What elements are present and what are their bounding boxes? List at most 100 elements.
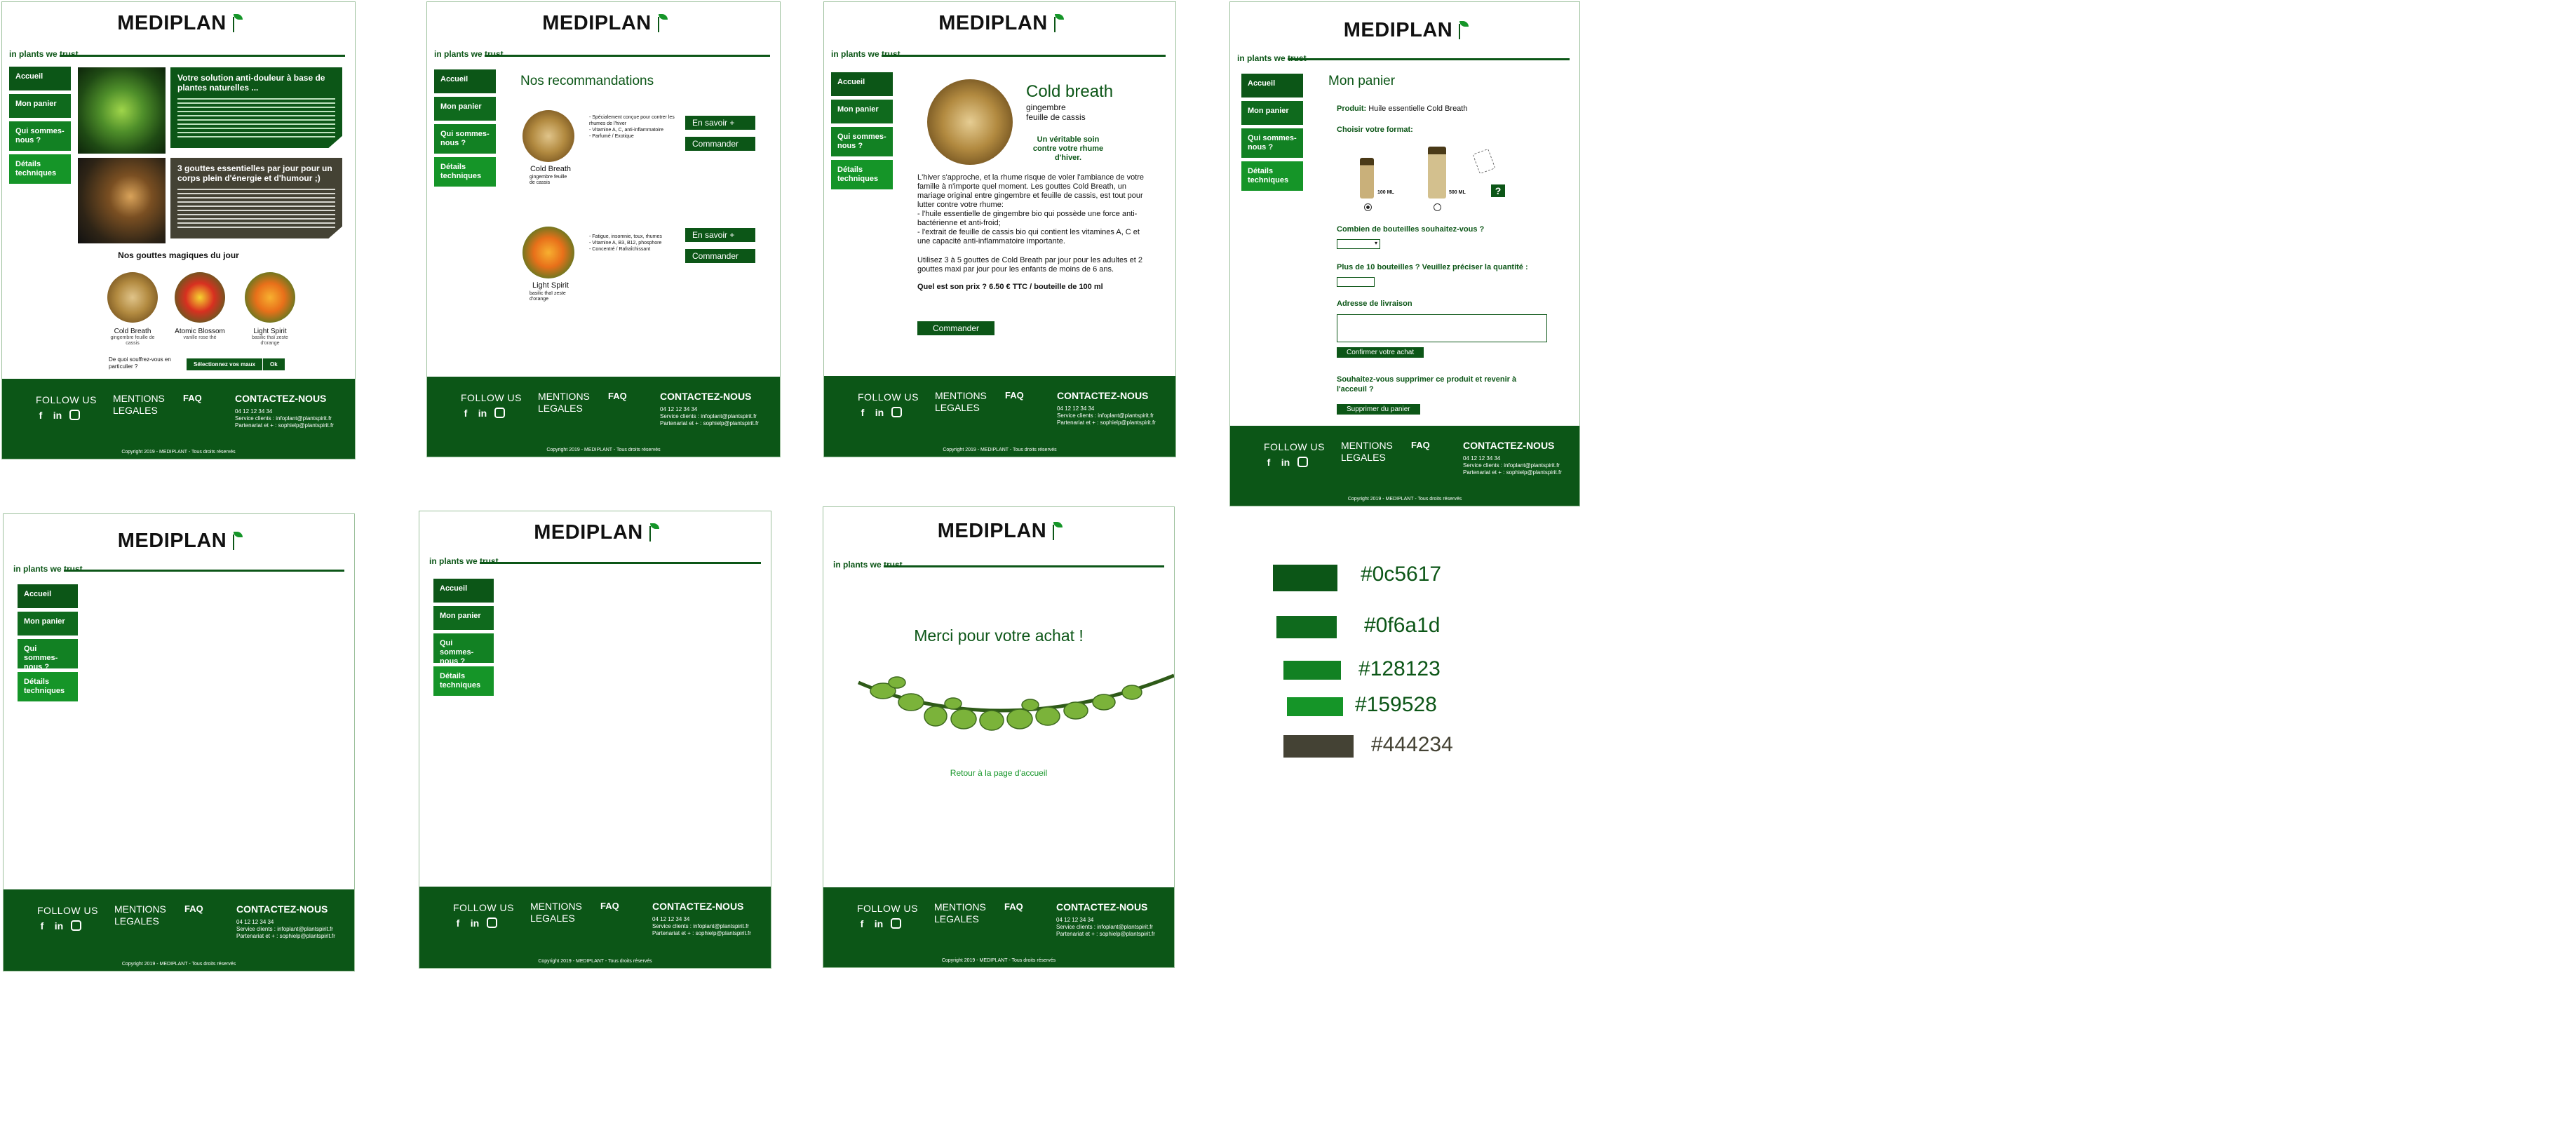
faq-link[interactable]: FAQ bbox=[183, 393, 202, 403]
linkedin-icon[interactable]: in bbox=[53, 410, 62, 421]
legal-link[interactable]: MENTIONS LEGALES bbox=[114, 903, 170, 927]
faq-link[interactable]: FAQ bbox=[1005, 390, 1024, 401]
contact-title[interactable]: CONTACTEZ-NOUS bbox=[1057, 390, 1148, 401]
logo[interactable]: MEDIPLAN bbox=[4, 530, 354, 553]
service-email[interactable]: Service clients : infoplant@plantspirit.… bbox=[1056, 924, 1155, 931]
nav-panier[interactable]: Mon panier bbox=[1241, 101, 1303, 125]
more-button[interactable]: En savoir + bbox=[685, 116, 755, 130]
contact-title[interactable]: CONTACTEZ-NOUS bbox=[1463, 440, 1554, 451]
linkedin-icon[interactable]: in bbox=[470, 917, 480, 929]
service-email[interactable]: Service clients : infoplant@plantspirit.… bbox=[652, 923, 751, 930]
contact-title[interactable]: CONTACTEZ-NOUS bbox=[236, 903, 328, 915]
instagram-icon[interactable] bbox=[1297, 457, 1308, 467]
linkedin-icon[interactable]: in bbox=[874, 918, 884, 929]
nav-details-techniques[interactable]: Détails techniques bbox=[1241, 161, 1303, 191]
nav-accueil[interactable]: Accueil bbox=[9, 67, 71, 90]
partner-email[interactable]: Partenariat et + : sophielp@plantspirit.… bbox=[235, 422, 334, 429]
partner-email[interactable]: Partenariat et + : sophielp@plantspirit.… bbox=[1056, 931, 1155, 938]
ok-button[interactable]: Ok bbox=[263, 358, 285, 370]
nav-details-techniques[interactable]: Détails techniques bbox=[9, 154, 71, 184]
product-light-spirit[interactable]: Light Spirit basilic thaï zeste d'orange bbox=[243, 272, 297, 347]
contact-title[interactable]: CONTACTEZ-NOUS bbox=[1056, 901, 1147, 913]
custom-size-icon[interactable] bbox=[1472, 148, 1496, 175]
linkedin-icon[interactable]: in bbox=[1281, 457, 1290, 468]
instagram-icon[interactable] bbox=[487, 917, 497, 928]
partner-email[interactable]: Partenariat et + : sophielp@plantspirit.… bbox=[652, 930, 751, 937]
facebook-icon[interactable]: f bbox=[36, 410, 46, 421]
confirm-button[interactable]: Confirmer votre achat bbox=[1337, 347, 1424, 358]
partner-email[interactable]: Partenariat et + : sophielp@plantspirit.… bbox=[1463, 469, 1562, 476]
instagram-icon[interactable] bbox=[891, 407, 902, 417]
faq-link[interactable]: FAQ bbox=[1411, 440, 1430, 450]
contact-title[interactable]: CONTACTEZ-NOUS bbox=[235, 393, 326, 404]
nav-details-techniques[interactable]: Détails techniques bbox=[433, 666, 494, 696]
legal-link[interactable]: MENTIONS LEGALES bbox=[530, 901, 586, 924]
contact-title[interactable]: CONTACTEZ-NOUS bbox=[652, 901, 743, 912]
linkedin-icon[interactable]: in bbox=[54, 920, 64, 932]
nav-accueil[interactable]: Accueil bbox=[433, 579, 494, 603]
facebook-icon[interactable]: f bbox=[1264, 457, 1274, 468]
service-email[interactable]: Service clients : infoplant@plantspirit.… bbox=[236, 926, 335, 933]
facebook-icon[interactable]: f bbox=[858, 407, 868, 418]
faq-link[interactable]: FAQ bbox=[184, 903, 203, 914]
nav-qui-sommes-nous[interactable]: Qui sommes-nous ? bbox=[1241, 128, 1303, 158]
logo[interactable]: MEDIPLAN bbox=[2, 12, 355, 35]
legal-link[interactable]: MENTIONS LEGALES bbox=[1341, 440, 1397, 464]
partner-email[interactable]: Partenariat et + : sophielp@plantspirit.… bbox=[236, 933, 335, 940]
logo[interactable]: MEDIPLAN bbox=[824, 12, 1175, 35]
legal-link[interactable]: MENTIONS LEGALES bbox=[113, 393, 169, 417]
order-button[interactable]: Commander bbox=[685, 137, 755, 151]
bottle-100ml[interactable] bbox=[1360, 158, 1374, 199]
logo[interactable]: MEDIPLAN bbox=[1230, 19, 1579, 42]
faq-link[interactable]: FAQ bbox=[600, 901, 619, 911]
facebook-icon[interactable]: f bbox=[461, 408, 471, 419]
facebook-icon[interactable]: f bbox=[453, 917, 463, 929]
product-atomic-blossom[interactable]: Atomic Blossom vanille rose thé bbox=[171, 272, 229, 341]
instagram-icon[interactable] bbox=[494, 408, 505, 418]
question-icon[interactable]: ? bbox=[1491, 184, 1505, 197]
facebook-icon[interactable]: f bbox=[857, 918, 867, 929]
order-button[interactable]: Commander bbox=[917, 321, 994, 335]
address-input[interactable] bbox=[1337, 314, 1547, 342]
nav-panier[interactable]: Mon panier bbox=[433, 606, 494, 630]
nav-panier[interactable]: Mon panier bbox=[9, 94, 71, 118]
facebook-icon[interactable]: f bbox=[37, 920, 47, 932]
contact-title[interactable]: CONTACTEZ-NOUS bbox=[660, 391, 751, 402]
nav-accueil[interactable]: Accueil bbox=[434, 69, 496, 93]
nav-panier[interactable]: Mon panier bbox=[18, 612, 78, 636]
nav-panier[interactable]: Mon panier bbox=[434, 97, 496, 121]
logo[interactable]: MEDIPLAN bbox=[419, 521, 771, 544]
faq-link[interactable]: FAQ bbox=[608, 391, 627, 401]
partner-email[interactable]: Partenariat et + : sophielp@plantspirit.… bbox=[660, 420, 759, 427]
faq-link[interactable]: FAQ bbox=[1004, 901, 1023, 912]
service-email[interactable]: Service clients : infoplant@plantspirit.… bbox=[1057, 412, 1156, 419]
service-email[interactable]: Service clients : infoplant@plantspirit.… bbox=[235, 415, 334, 422]
instagram-icon[interactable] bbox=[71, 920, 81, 931]
service-email[interactable]: Service clients : infoplant@plantspirit.… bbox=[1463, 462, 1562, 469]
nav-details-techniques[interactable]: Détails techniques bbox=[831, 160, 893, 189]
legal-link[interactable]: MENTIONS LEGALES bbox=[538, 391, 594, 415]
logo[interactable]: MEDIPLAN bbox=[427, 12, 780, 35]
delete-button[interactable]: Supprimer du panier bbox=[1337, 404, 1420, 415]
instagram-icon[interactable] bbox=[891, 918, 901, 929]
more-button[interactable]: En savoir + bbox=[685, 228, 755, 242]
nav-accueil[interactable]: Accueil bbox=[831, 72, 893, 96]
bulk-quantity-input[interactable] bbox=[1337, 277, 1375, 287]
instagram-icon[interactable] bbox=[69, 410, 80, 420]
radio-500ml[interactable] bbox=[1434, 203, 1441, 211]
quantity-select[interactable]: ▾ bbox=[1337, 239, 1380, 249]
nav-details-techniques[interactable]: Détails techniques bbox=[18, 672, 78, 701]
legal-link[interactable]: MENTIONS LEGALES bbox=[935, 390, 991, 414]
nav-accueil[interactable]: Accueil bbox=[18, 584, 78, 608]
nav-details-techniques[interactable]: Détails techniques bbox=[434, 157, 496, 187]
logo[interactable]: MEDIPLAN bbox=[823, 520, 1174, 543]
legal-link[interactable]: MENTIONS LEGALES bbox=[934, 901, 990, 925]
order-button[interactable]: Commander bbox=[685, 249, 755, 263]
linkedin-icon[interactable]: in bbox=[875, 407, 884, 418]
product-cold-breath[interactable]: Cold Breath gingembre feuille de cassis bbox=[105, 272, 160, 347]
linkedin-icon[interactable]: in bbox=[478, 408, 487, 419]
nav-accueil[interactable]: Accueil bbox=[1241, 74, 1303, 97]
radio-100ml[interactable] bbox=[1364, 203, 1372, 211]
nav-panier[interactable]: Mon panier bbox=[831, 100, 893, 123]
nav-qui-sommes-nous[interactable]: Qui sommes-nous ? bbox=[18, 639, 78, 671]
